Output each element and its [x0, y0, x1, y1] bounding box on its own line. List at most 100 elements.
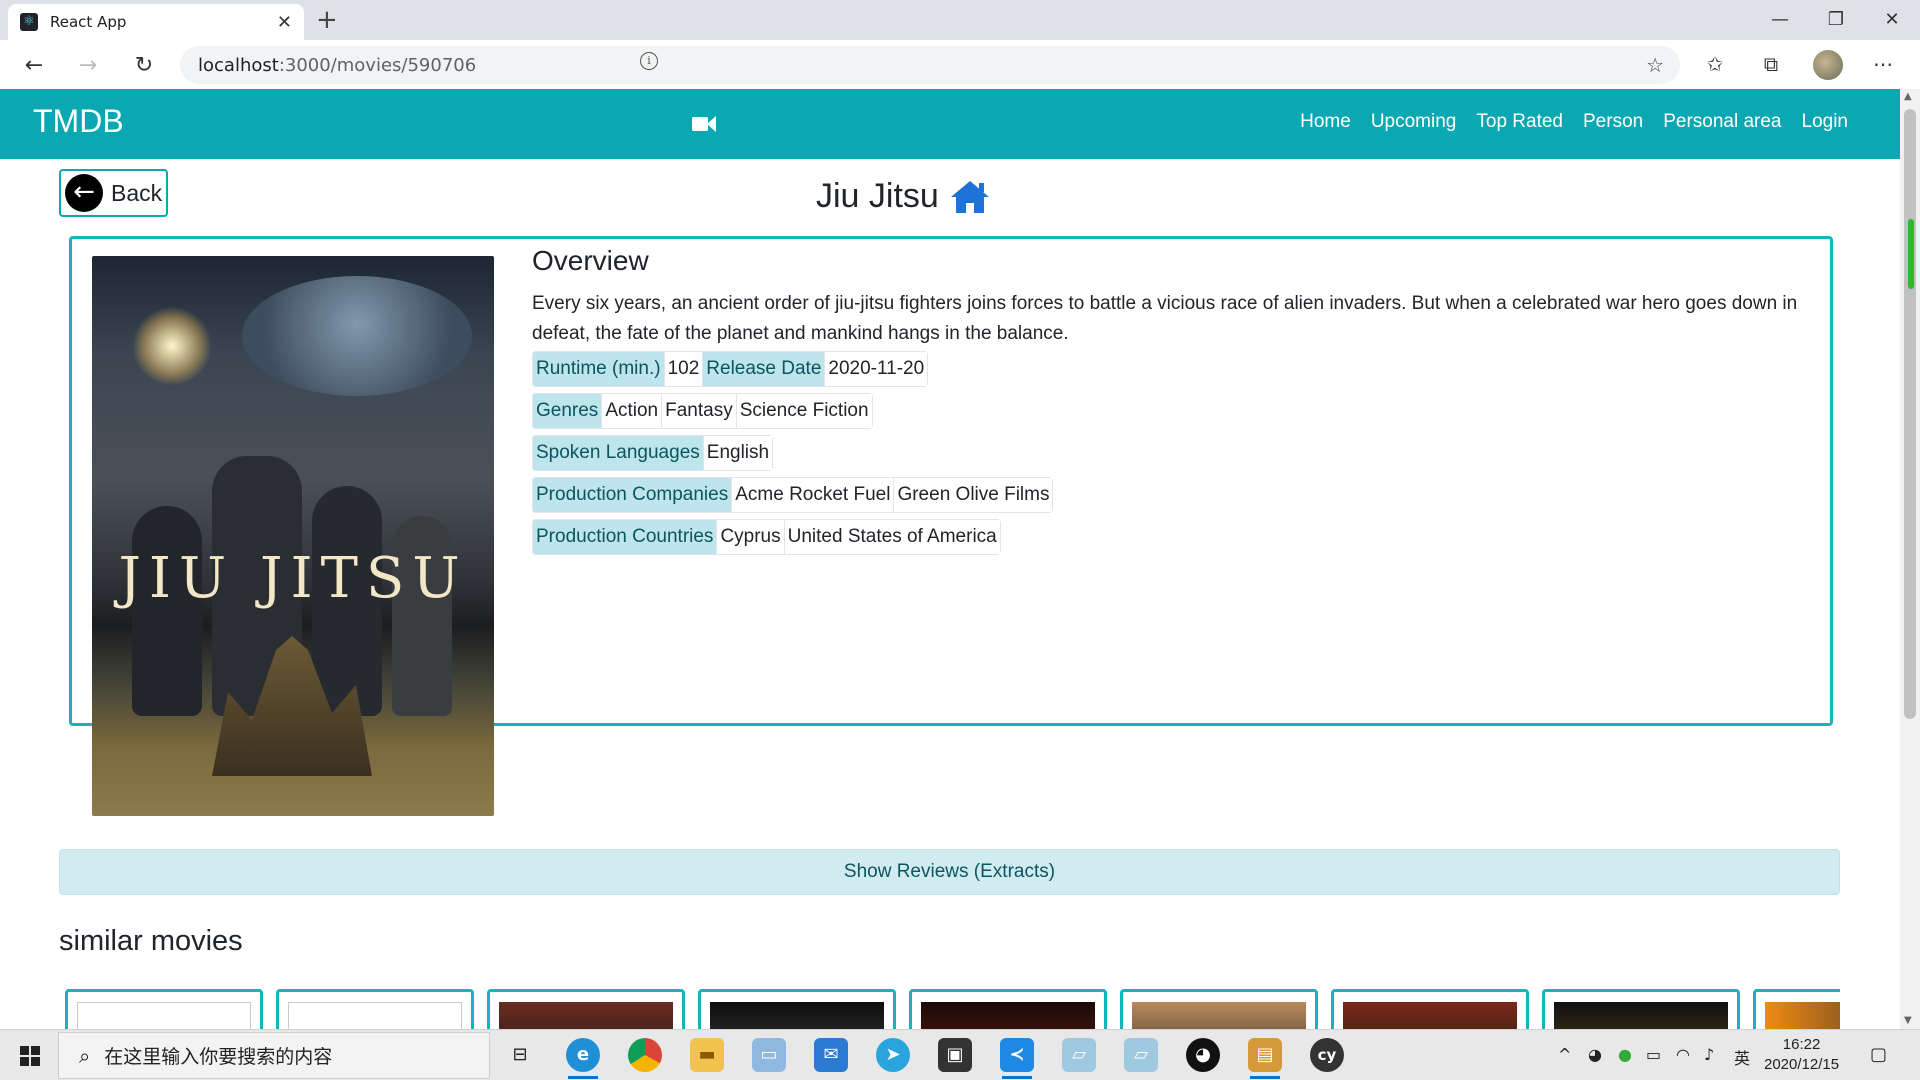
taskbar-search-box[interactable]: ⌕ 在这里输入你要搜索的内容: [58, 1032, 490, 1079]
collections-icon[interactable]: ⧉: [1757, 52, 1785, 76]
scroll-down-icon[interactable]: ▼: [1904, 1015, 1912, 1026]
chrome-icon[interactable]: [628, 1038, 662, 1072]
react-favicon-icon: ⚛: [20, 13, 38, 31]
poster-thumbnail: [499, 1002, 673, 1029]
similar-movies-row: [65, 989, 1840, 1029]
profile-avatar[interactable]: [1813, 50, 1843, 80]
similar-movie-card[interactable]: [487, 989, 685, 1029]
more-menu-icon[interactable]: ⋯: [1869, 52, 1897, 76]
brand-logo[interactable]: TMDB: [33, 103, 124, 140]
arrow-left-circle-icon: ←: [65, 174, 103, 212]
similar-movie-card[interactable]: [276, 989, 474, 1029]
store-icon[interactable]: ▣: [938, 1038, 972, 1072]
nav-top-rated[interactable]: Top Rated: [1476, 111, 1563, 133]
restore-button[interactable]: ❐: [1808, 0, 1864, 40]
movie-details-card: JIU JITSU Overview Every six years, an a…: [69, 236, 1833, 816]
poster-thumbnail: [1132, 1002, 1306, 1029]
task-view-icon[interactable]: ⊟: [503, 1038, 537, 1072]
similar-movie-card[interactable]: [698, 989, 896, 1029]
qq-icon[interactable]: ◕: [1186, 1038, 1220, 1072]
browser-toolbar: ← → ↻ i localhost:3000/movies/590706 ☆ ✩…: [0, 40, 1920, 90]
site-navbar: TMDB Home Upcoming Top Rated Person Pers…: [0, 89, 1900, 159]
similar-movie-card[interactable]: [1753, 989, 1840, 1029]
app-icon[interactable]: ▱: [1062, 1038, 1096, 1072]
reload-icon[interactable]: ↻: [128, 50, 160, 82]
tab-close-icon[interactable]: ✕: [277, 12, 292, 33]
bookmark-star-icon[interactable]: ☆: [1646, 53, 1664, 77]
poster-thumbnail: [1554, 1002, 1728, 1029]
windows-start-icon[interactable]: [20, 1046, 40, 1066]
chip-value: Science Fiction: [736, 394, 872, 428]
scroll-up-icon[interactable]: ▲: [1904, 91, 1912, 102]
back-arrow-icon[interactable]: ←: [18, 50, 50, 82]
show-reviews-button[interactable]: Show Reviews (Extracts): [59, 849, 1840, 895]
poster-thumbnail: [1343, 1002, 1517, 1029]
details-row-languages: Spoken Languages English: [532, 435, 774, 471]
similar-movie-card[interactable]: [65, 989, 263, 1029]
tab-title: React App: [50, 13, 127, 31]
chip-label: Release Date: [703, 352, 826, 386]
clock-time: 16:22: [1782, 1036, 1821, 1053]
chip-label: Genres: [533, 394, 603, 428]
minimize-button[interactable]: —: [1752, 0, 1808, 40]
similar-movie-card[interactable]: [1542, 989, 1740, 1029]
video-camera-icon: [692, 116, 716, 132]
qq-tray-icon[interactable]: ◕: [1588, 1045, 1602, 1064]
forward-arrow-icon[interactable]: →: [72, 50, 104, 82]
nav-person[interactable]: Person: [1583, 111, 1643, 133]
archive-icon[interactable]: ▤: [1248, 1038, 1282, 1079]
details-row-countries: Production Countries Cyprus United State…: [532, 519, 1001, 555]
chip-value: Green Olive Films: [894, 478, 1053, 512]
vscode-icon[interactable]: ≺: [1000, 1038, 1034, 1079]
tray-expand-icon[interactable]: ^: [1558, 1045, 1571, 1064]
volume-icon[interactable]: ♪: [1704, 1045, 1714, 1064]
nav-home[interactable]: Home: [1300, 111, 1351, 133]
url-path: :3000/movies/590706: [278, 54, 477, 76]
overview-text: Every six years, an ancient order of jiu…: [532, 293, 1798, 344]
chip-label: Production Companies: [533, 478, 733, 512]
computer-icon[interactable]: ▭: [752, 1038, 786, 1072]
cypress-icon[interactable]: cy: [1310, 1038, 1344, 1072]
movie-poster: JIU JITSU: [92, 256, 494, 816]
app-icon[interactable]: ▱: [1124, 1038, 1158, 1072]
scrollbar-thumb[interactable]: [1904, 109, 1916, 719]
similar-movie-card[interactable]: [909, 989, 1107, 1029]
page-title: Jiu Jitsu: [816, 177, 939, 215]
wifi-icon[interactable]: ◠: [1676, 1045, 1690, 1064]
ime-indicator[interactable]: 英: [1734, 1045, 1750, 1069]
search-icon: ⌕: [79, 1043, 91, 1068]
address-bar[interactable]: i localhost:3000/movies/590706 ☆: [180, 46, 1680, 84]
back-button[interactable]: ← Back: [59, 169, 168, 217]
details-row-genres: Genres Action Fantasy Science Fiction: [532, 393, 873, 429]
page-scrollbar[interactable]: ▲ ▼: [1900, 89, 1920, 1029]
similar-movie-card[interactable]: [1120, 989, 1318, 1029]
scroll-grip-indicator: [1908, 219, 1914, 289]
nav-login[interactable]: Login: [1802, 111, 1849, 133]
home-icon[interactable]: [949, 179, 991, 215]
site-info-icon[interactable]: i: [640, 52, 658, 70]
mail-icon[interactable]: ✉: [814, 1038, 848, 1072]
similar-movies-heading: similar movies: [59, 925, 243, 957]
chip-value: Action: [602, 394, 663, 428]
nav-personal-area[interactable]: Personal area: [1663, 111, 1781, 133]
security-tray-icon[interactable]: ●: [1618, 1045, 1632, 1064]
taskbar-clock[interactable]: 16:22 2020/12/15: [1764, 1035, 1839, 1075]
close-window-button[interactable]: ✕: [1864, 0, 1920, 40]
battery-icon[interactable]: ▭: [1646, 1045, 1661, 1064]
similar-movie-card[interactable]: [1331, 989, 1529, 1029]
browser-tab[interactable]: ⚛ React App ✕: [8, 4, 304, 40]
notification-icon[interactable]: ▢: [1870, 1044, 1887, 1065]
page-viewport: TMDB Home Upcoming Top Rated Person Pers…: [0, 89, 1900, 1029]
chip-label: Production Countries: [533, 520, 718, 554]
chip-value: Cyprus: [717, 520, 785, 554]
chip-value: 2020-11-20: [825, 352, 928, 386]
favorites-icon[interactable]: ✩: [1701, 52, 1729, 76]
edge-browser-icon[interactable]: e: [566, 1038, 600, 1079]
telegram-icon[interactable]: ➤: [876, 1038, 910, 1072]
new-tab-button[interactable]: +: [316, 6, 338, 34]
chip-value: 102: [664, 352, 704, 386]
chip-value: Acme Rocket Fuel: [732, 478, 895, 512]
poster-thumbnail: [1765, 1002, 1840, 1029]
nav-upcoming[interactable]: Upcoming: [1371, 111, 1457, 133]
file-explorer-icon[interactable]: ▬: [690, 1038, 724, 1072]
